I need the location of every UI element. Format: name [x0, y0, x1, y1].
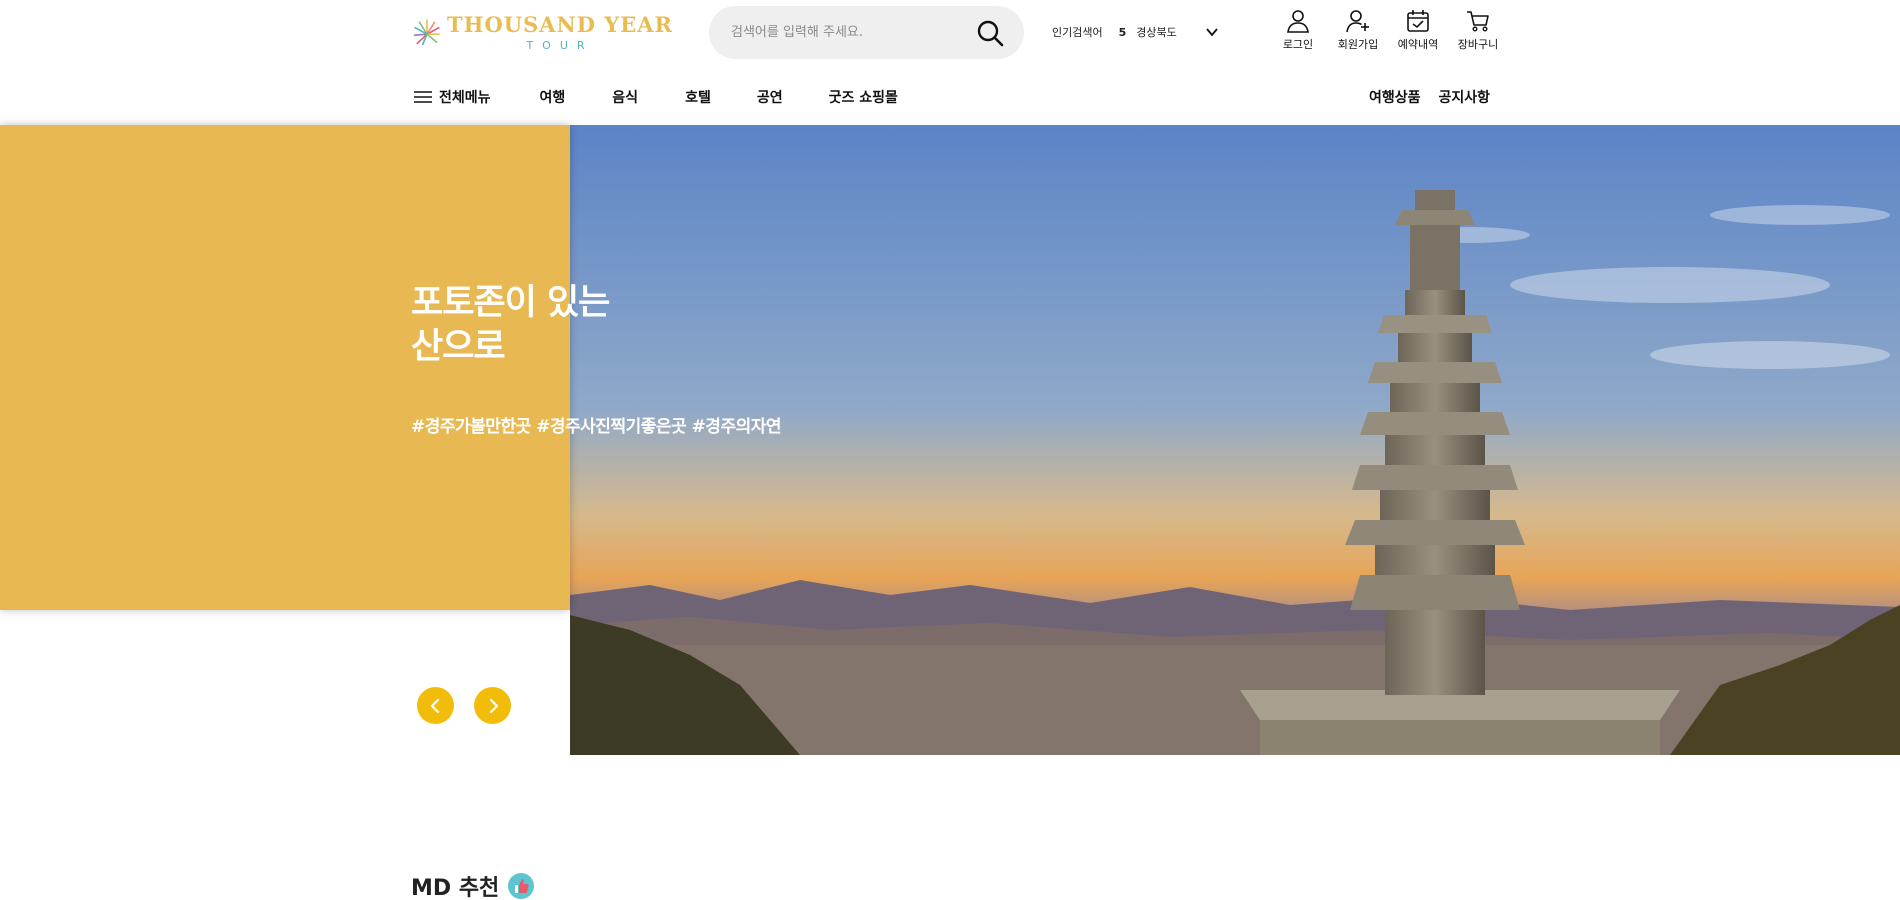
nav-item-performance[interactable]: 공연: [757, 87, 783, 107]
nav-item-goods-shop[interactable]: 굿즈 쇼핑몰: [829, 87, 898, 107]
slider-next-button[interactable]: [474, 687, 511, 724]
search-icon[interactable]: [976, 19, 1004, 47]
user-plus-icon: [1346, 10, 1369, 33]
firework-logo-icon: [413, 19, 441, 46]
slider-prev-button[interactable]: [417, 687, 454, 724]
chevron-right-icon: [489, 698, 498, 713]
hero-title-line-2: 산으로: [411, 327, 506, 367]
nav-item-notice[interactable]: 공지사항: [1438, 87, 1490, 107]
signup-label: 회원가입: [1337, 38, 1379, 51]
login-button[interactable]: 로그인: [1268, 8, 1328, 52]
popular-rank: 5: [1118, 25, 1127, 39]
all-menu-label: 전체메뉴: [439, 90, 491, 106]
hamburger-icon: [414, 91, 432, 103]
chevron-down-icon[interactable]: [1205, 25, 1219, 39]
utility-nav: 여행상품 공지사항: [1369, 86, 1490, 108]
signup-button[interactable]: 회원가입: [1328, 8, 1388, 52]
popular-keywords[interactable]: 인기검색어 5 경상북도: [1052, 22, 1219, 42]
site-logo[interactable]: THOUSAND YEAR TOUR: [413, 6, 673, 58]
hero-image: [570, 125, 1900, 755]
user-menu: 로그인 회원가입 예약내역 장바구니: [1268, 8, 1508, 52]
popular-label: 인기검색어: [1052, 26, 1103, 39]
nav-item-hotel[interactable]: 호텔: [685, 87, 711, 107]
chevron-left-icon: [430, 698, 439, 713]
calendar-check-icon: [1407, 10, 1429, 32]
thumbs-up-icon: [508, 873, 535, 899]
nav-item-food[interactable]: 음식: [612, 87, 638, 107]
user-icon: [1287, 10, 1309, 33]
main-nav: 전체메뉴 여행 음식 호텔 공연 굿즈 쇼핑몰: [413, 86, 898, 108]
hero-hashtags: #경주가볼만한곳 #경주사진찍기좋은곳 #경주의자연: [411, 417, 782, 437]
all-menu-button[interactable]: 전체메뉴: [413, 87, 491, 107]
popular-keyword[interactable]: 경상북도: [1136, 24, 1176, 40]
logo-title: THOUSAND YEAR: [447, 12, 673, 37]
search-bar: [709, 6, 1024, 59]
search-input[interactable]: [731, 6, 961, 59]
login-label: 로그인: [1282, 38, 1314, 51]
md-recommend-heading: MD 추천: [411, 870, 535, 900]
section-title: MD 추천: [411, 876, 500, 900]
cart-button[interactable]: 장바구니: [1448, 8, 1508, 52]
logo-subtitle: TOUR: [526, 39, 594, 52]
reservations-button[interactable]: 예약내역: [1388, 8, 1448, 52]
nav-item-travel[interactable]: 여행: [540, 87, 566, 107]
cart-label: 장바구니: [1457, 38, 1499, 51]
hero-title: 포토존이 있는 산으로: [411, 281, 610, 369]
reservations-label: 예약내역: [1397, 38, 1439, 51]
hero-title-line-1: 포토존이 있는: [411, 283, 610, 323]
cart-icon: [1467, 11, 1489, 32]
nav-item-products[interactable]: 여행상품: [1369, 87, 1421, 107]
